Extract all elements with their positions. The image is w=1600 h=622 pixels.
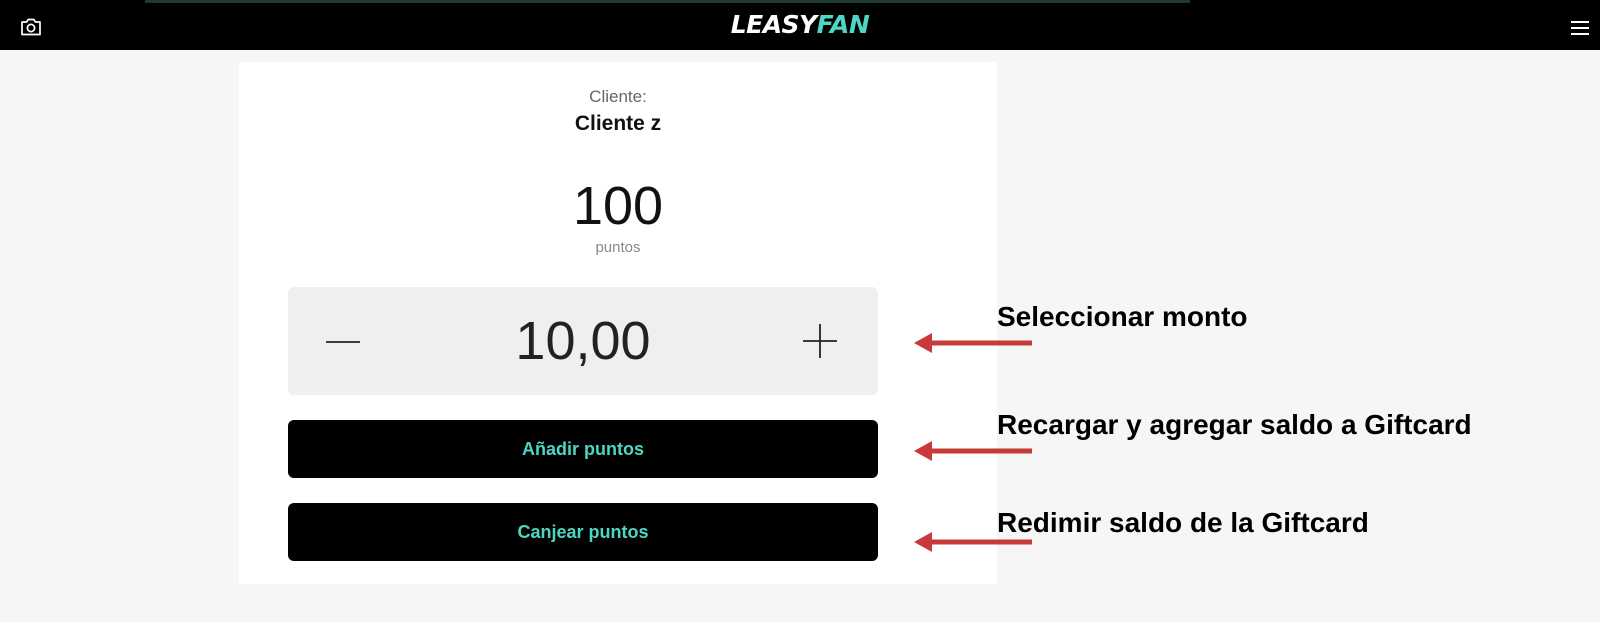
logo-text-accent: FAN xyxy=(816,10,870,39)
points-balance: 100 xyxy=(572,176,664,236)
plus-icon xyxy=(803,324,837,358)
redeem-points-button[interactable]: Canjear puntos xyxy=(288,503,878,561)
annotation-add-balance: Recargar y agregar saldo a Giftcard xyxy=(997,409,1472,440)
points-unit-label: puntos xyxy=(595,239,641,256)
add-points-button[interactable]: Añadir puntos xyxy=(288,420,878,478)
client-name: Cliente z xyxy=(574,112,662,135)
amount-stepper: 10,00 xyxy=(288,287,878,395)
annotation-redeem-balance: Redimir saldo de la Giftcard xyxy=(997,507,1369,538)
annotation-select-amount: Seleccionar monto xyxy=(997,301,1248,332)
app-logo: LEASYFAN xyxy=(0,10,1600,40)
top-bar: LEASYFAN xyxy=(0,0,1600,50)
amount-value[interactable]: 10,00 xyxy=(388,311,778,371)
minus-icon xyxy=(326,341,360,343)
client-label: Cliente: xyxy=(589,87,647,106)
increment-button[interactable] xyxy=(802,323,838,359)
hamburger-menu-icon xyxy=(1571,21,1589,35)
menu-button[interactable] xyxy=(1570,19,1590,37)
top-bar-accent-line xyxy=(145,0,1190,3)
decrement-button[interactable] xyxy=(325,324,361,360)
client-points-card: Cliente: Cliente z 100 puntos 10,00 Añad… xyxy=(239,62,997,584)
logo-text-primary: LEASY xyxy=(730,10,817,39)
